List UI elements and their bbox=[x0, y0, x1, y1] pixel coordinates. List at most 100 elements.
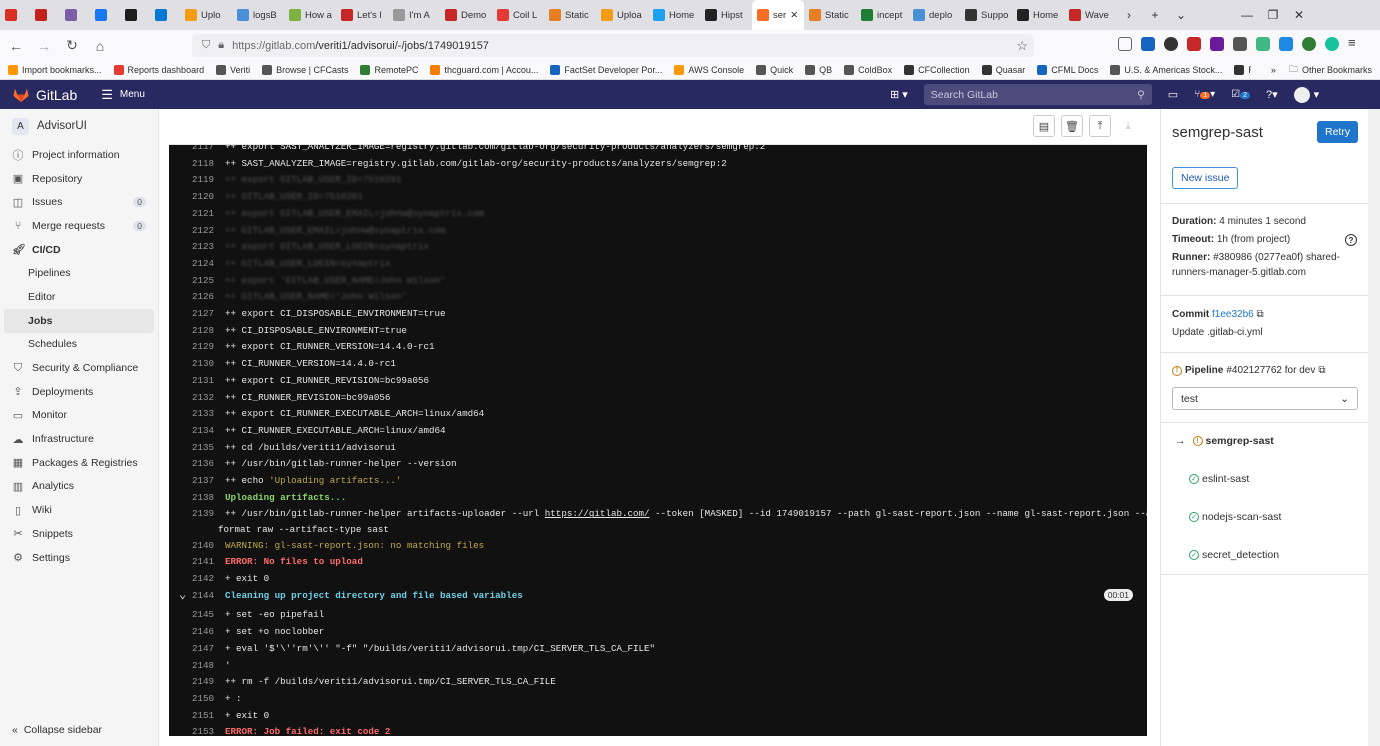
log-link[interactable]: https://gitlab.com/ bbox=[545, 508, 650, 519]
browser-tab[interactable]: Hipst bbox=[700, 0, 752, 30]
log-line-number[interactable]: 2122 bbox=[169, 225, 214, 236]
sidebar-item-infrastructure[interactable]: ☁ Infrastructure bbox=[0, 427, 158, 451]
log-line-number[interactable]: 2124 bbox=[169, 258, 214, 269]
sidebar-item-jobs[interactable]: Jobs bbox=[4, 308, 154, 333]
browser-tab[interactable]: ser ✕ bbox=[752, 0, 804, 30]
sidebar-item-repository[interactable]: ▣ Repository bbox=[0, 167, 158, 191]
pocket-icon[interactable] bbox=[1118, 37, 1132, 51]
vue-ext-icon[interactable] bbox=[1256, 37, 1270, 51]
stage-job-semgrep-sast[interactable]: →! semgrep-sast bbox=[1175, 435, 1274, 447]
job-log[interactable]: 2117 ++ export SAST_ANALYZER_IMAGE=regist… bbox=[169, 145, 1147, 736]
bookmark-item[interactable]: Veriti bbox=[216, 65, 250, 75]
bookmark-item[interactable]: U.S. & Americas Stock... bbox=[1110, 65, 1222, 75]
log-line-number[interactable]: 2144 bbox=[169, 590, 214, 601]
close-tab-icon[interactable]: ✕ bbox=[790, 10, 798, 21]
bookmark-item[interactable]: CFCollection bbox=[904, 65, 970, 75]
log-line-number[interactable]: 2125 bbox=[169, 275, 214, 286]
bookmark-item[interactable]: RemotePC bbox=[360, 65, 418, 75]
log-line-number[interactable]: 2133 bbox=[169, 408, 214, 419]
sidebar-item-editor[interactable]: Editor bbox=[0, 285, 158, 309]
sidebar-item-monitor[interactable]: ▭ Monitor bbox=[0, 404, 158, 428]
sidebar-item-deployments[interactable]: ⇪ Deployments bbox=[0, 380, 158, 404]
issues-header-icon[interactable]: ▭ bbox=[1168, 88, 1178, 101]
stage-dropdown[interactable]: test ⌄ bbox=[1172, 387, 1358, 410]
log-line-number[interactable]: 2128 bbox=[169, 325, 214, 336]
chevron-down-icon[interactable]: ⌄ bbox=[179, 587, 186, 602]
log-line-number[interactable]: 2121 bbox=[169, 208, 214, 219]
scroll-to-top-button[interactable]: ⤒ bbox=[1089, 115, 1111, 137]
erase-log-button[interactable]: 🗑︎ bbox=[1061, 115, 1083, 137]
log-line-number[interactable]: 2150 bbox=[169, 693, 214, 704]
retry-button[interactable]: Retry bbox=[1317, 121, 1359, 143]
bookmark-item[interactable]: AWS Console bbox=[674, 65, 744, 75]
merge-requests-header-icon[interactable]: ⑂ 1 ▾ bbox=[1194, 89, 1215, 100]
close-window-icon[interactable]: ✕ bbox=[1286, 8, 1312, 22]
log-line-number[interactable]: 2119 bbox=[169, 174, 214, 185]
tab-list-icon[interactable]: ⌄ bbox=[1168, 8, 1194, 22]
red-ext-icon[interactable] bbox=[1187, 37, 1201, 51]
browser-tab[interactable]: Coil L bbox=[492, 0, 544, 30]
log-line-number[interactable]: 2132 bbox=[169, 392, 214, 403]
log-line-number[interactable]: 2149 bbox=[169, 676, 214, 687]
copy-icon[interactable]: ⧉ bbox=[1318, 363, 1325, 378]
app-menu-icon[interactable]: ≡ bbox=[1348, 36, 1362, 51]
stage-job-nodejs-scan-sast[interactable]: ✓ nodejs-scan-sast bbox=[1189, 511, 1281, 523]
bookmark-item[interactable]: CFML Docs bbox=[1037, 65, 1098, 75]
blue-ext-icon[interactable] bbox=[1279, 37, 1293, 51]
sidebar-item-pipelines[interactable]: Pipelines bbox=[0, 261, 158, 285]
stage-job-secret-detection[interactable]: ✓ secret_detection bbox=[1189, 549, 1279, 561]
bookmark-star-icon[interactable]: ☆ bbox=[1016, 38, 1028, 54]
question-icon[interactable]: ? bbox=[1345, 234, 1357, 246]
log-line-number[interactable]: 2130 bbox=[169, 358, 214, 369]
sidebar-item-project-information[interactable]: ⓘ Project information bbox=[0, 143, 158, 167]
browser-tab[interactable]: Suppo bbox=[960, 0, 1012, 30]
sidebar-item-packages-registries[interactable]: ▦ Packages & Registries bbox=[0, 451, 158, 475]
browser-tab[interactable]: Static bbox=[544, 0, 596, 30]
pen-ext-icon[interactable] bbox=[1233, 37, 1247, 51]
log-line-number[interactable]: 2127 bbox=[169, 308, 214, 319]
reload-icon[interactable]: ↻ bbox=[64, 37, 80, 54]
browser-tab[interactable]: Demo bbox=[440, 0, 492, 30]
gitlab-logo[interactable]: GitLab bbox=[12, 86, 77, 103]
other-bookmarks[interactable]: » 🗀 Other Bookmarks bbox=[1250, 62, 1372, 78]
restore-icon[interactable]: ❐ bbox=[1260, 8, 1286, 22]
plus-icon[interactable]: ⊞ ▾ bbox=[890, 88, 908, 101]
page-scrollbar[interactable] bbox=[1368, 109, 1380, 746]
log-line-number[interactable]: 2138 bbox=[169, 492, 214, 503]
log-line-number[interactable]: 2140 bbox=[169, 540, 214, 551]
log-line-number[interactable]: 2126 bbox=[169, 291, 214, 302]
browser-tab[interactable]: deplo bbox=[908, 0, 960, 30]
log-line-number[interactable]: 2151 bbox=[169, 710, 214, 721]
browser-tab[interactable]: Let's l bbox=[336, 0, 388, 30]
sidebar-item-wiki[interactable]: ▯ Wiki bbox=[0, 498, 158, 522]
raw-log-button[interactable]: ▤ bbox=[1033, 115, 1055, 137]
menu-button[interactable]: ☰ Menu bbox=[101, 87, 145, 103]
log-line-number[interactable]: 2123 bbox=[169, 241, 214, 252]
bookmark-item[interactable]: ColdBox bbox=[844, 65, 892, 75]
log-line-number[interactable]: 2147 bbox=[169, 643, 214, 654]
sidebar-item-settings[interactable]: ⚙ Settings bbox=[0, 546, 158, 570]
tab-scroll-right-icon[interactable]: › bbox=[1116, 8, 1142, 22]
browser-tab[interactable]: Uploa bbox=[596, 0, 648, 30]
user-avatar[interactable]: ▾ bbox=[1293, 86, 1319, 103]
log-line-number[interactable]: 2137 bbox=[169, 475, 214, 486]
log-line-number[interactable]: 2131 bbox=[169, 375, 214, 386]
address-bar[interactable]: ⛉ 🔒︎ https://gitlab.com/veriti1/advisoru… bbox=[192, 34, 1034, 57]
home-icon[interactable]: ⌂ bbox=[92, 38, 108, 54]
log-line-number[interactable]: 2153 bbox=[169, 726, 214, 736]
log-line-number[interactable]: 2136 bbox=[169, 458, 214, 469]
sidebar-item-issues[interactable]: ◫ Issues 0 bbox=[0, 190, 158, 214]
browser-tab[interactable]: How a bbox=[284, 0, 336, 30]
todos-header-icon[interactable]: ☑ 2 bbox=[1231, 89, 1251, 100]
bookmark-item[interactable]: thcguard.com | Accou... bbox=[430, 65, 538, 75]
log-line-number[interactable]: 2134 bbox=[169, 425, 214, 436]
log-line-number[interactable]: 2145 bbox=[169, 609, 214, 620]
help-icon[interactable]: ?▾ bbox=[1266, 88, 1278, 101]
browser-tab[interactable] bbox=[60, 0, 90, 30]
copy-icon[interactable]: ⧉ bbox=[1257, 309, 1264, 320]
browser-tab[interactable]: Uplo bbox=[180, 0, 232, 30]
log-line-number[interactable]: 2141 bbox=[169, 556, 214, 567]
browser-tab[interactable]: I'm A bbox=[388, 0, 440, 30]
forward-icon[interactable]: → bbox=[36, 38, 52, 54]
browser-tab[interactable] bbox=[150, 0, 180, 30]
